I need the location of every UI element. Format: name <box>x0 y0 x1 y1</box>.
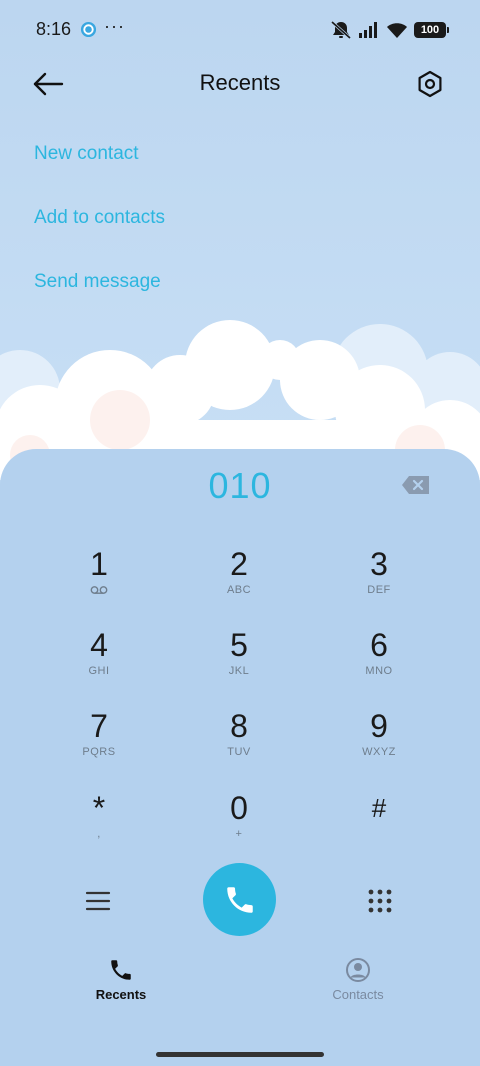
key-7[interactable]: 7 PQRS <box>39 707 159 777</box>
key-digit: 2 <box>230 546 248 582</box>
tab-recents-label: Recents <box>95 987 147 1002</box>
dialpad-icon <box>368 889 392 913</box>
key-letters: WXYZ <box>362 746 396 758</box>
dialer-panel: 010 1 2 ABC 3 DEF 4 GHI 5 JKL 6 MNO 7 PQ… <box>0 449 480 1066</box>
key-digit: 1 <box>90 546 108 582</box>
key-digit: 6 <box>370 627 388 663</box>
key-digit: 9 <box>370 708 388 744</box>
key-letters: DEF <box>367 584 391 596</box>
key-letters: + <box>235 828 243 840</box>
tab-contacts[interactable]: Contacts <box>298 957 418 1013</box>
key-digit: 3 <box>370 546 388 582</box>
key-digit: # <box>371 793 387 823</box>
contact-icon <box>346 958 370 982</box>
status-time: 8:16 <box>36 19 72 39</box>
key-digit: 7 <box>90 708 108 744</box>
tab-recents[interactable]: Recents <box>61 957 181 1013</box>
key-letters: ABC <box>226 584 252 596</box>
app-header: Recents <box>0 60 480 110</box>
battery-level: 100 <box>420 24 440 36</box>
dialer-controls <box>0 861 480 941</box>
key-digit: 8 <box>230 708 248 744</box>
key-digit: 5 <box>230 627 248 663</box>
key-digit: 0 <box>230 790 248 826</box>
key-0[interactable]: 0 + <box>179 789 299 859</box>
new-contact-link[interactable]: New contact <box>34 143 139 165</box>
backspace-icon <box>402 476 429 494</box>
menu-button[interactable] <box>80 883 116 919</box>
key-letters: , <box>97 828 101 840</box>
key-letters: MNO <box>365 665 393 677</box>
signal-icon <box>359 22 377 38</box>
wifi-icon <box>387 23 407 38</box>
status-icons: 100 <box>330 19 449 41</box>
settings-icon <box>418 70 442 98</box>
tab-contacts-label: Contacts <box>332 987 384 1002</box>
status-more-dots: ··· <box>104 16 125 36</box>
mute-icon <box>331 20 351 40</box>
settings-button[interactable] <box>412 66 448 102</box>
key-hash[interactable]: # <box>319 789 439 859</box>
backspace-button[interactable] <box>400 473 432 497</box>
battery-icon: 100 <box>414 22 449 38</box>
add-to-contacts-link[interactable]: Add to contacts <box>34 207 165 229</box>
phone-icon <box>226 886 253 913</box>
key-digit: * <box>92 790 106 826</box>
voicemail-icon <box>90 586 108 594</box>
key-star[interactable]: * , <box>39 789 159 859</box>
phone-icon <box>111 960 131 980</box>
key-2[interactable]: 2 ABC <box>179 545 299 615</box>
key-4[interactable]: 4 GHI <box>39 626 159 696</box>
call-button[interactable] <box>203 863 276 936</box>
key-1[interactable]: 1 <box>39 545 159 615</box>
key-9[interactable]: 9 WXYZ <box>319 707 439 777</box>
send-message-link[interactable]: Send message <box>34 271 161 293</box>
key-digit: 4 <box>90 627 108 663</box>
key-letters: TUV <box>227 746 251 758</box>
home-indicator[interactable] <box>156 1052 324 1057</box>
key-5[interactable]: 5 JKL <box>179 626 299 696</box>
key-letters: PQRS <box>82 746 116 758</box>
key-3[interactable]: 3 DEF <box>319 545 439 615</box>
key-letters: GHI <box>88 665 110 677</box>
key-letters: JKL <box>228 665 250 677</box>
key-8[interactable]: 8 TUV <box>179 707 299 777</box>
keypad-toggle-button[interactable] <box>362 883 398 919</box>
status-bar: 8:16 ··· 100 <box>0 0 480 60</box>
key-6[interactable]: 6 MNO <box>319 626 439 696</box>
page-title: Recents <box>199 70 281 95</box>
menu-icon <box>85 891 111 911</box>
app-notification-icon <box>80 21 97 38</box>
